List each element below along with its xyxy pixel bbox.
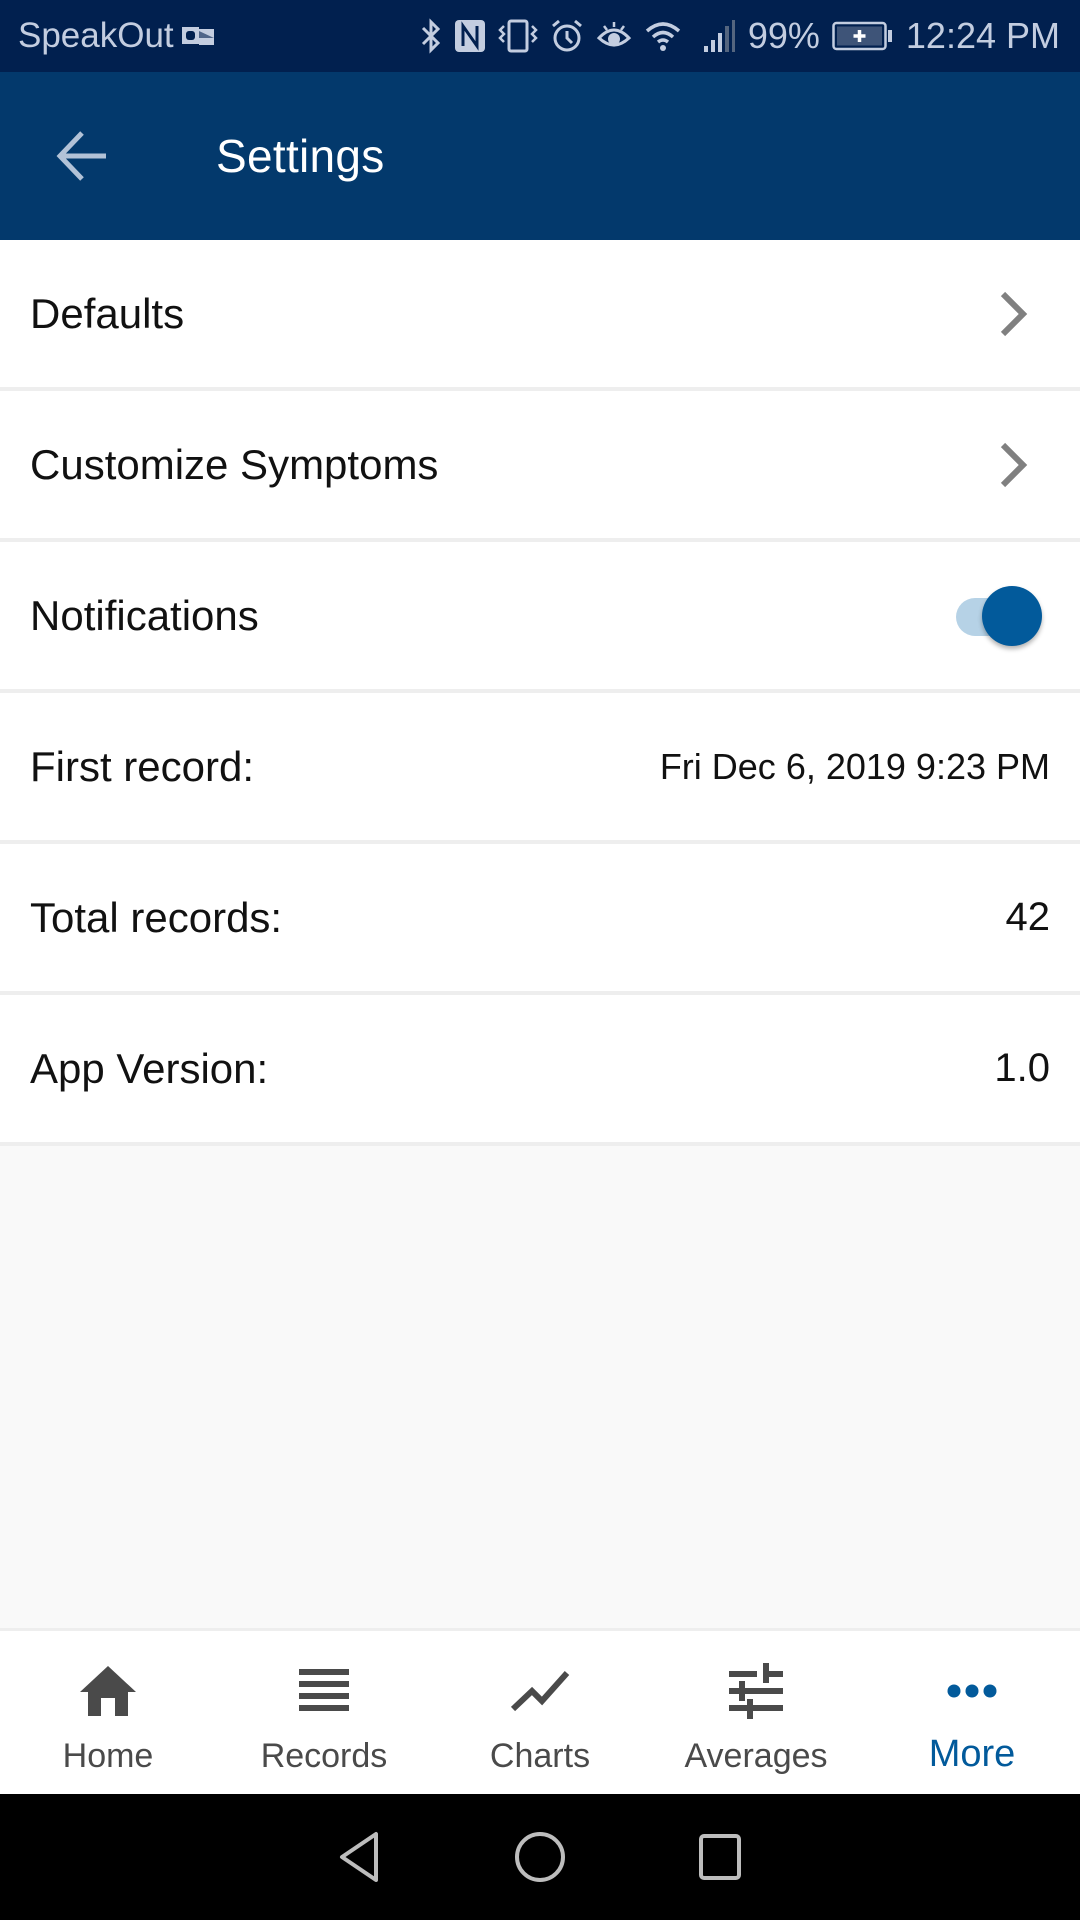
vibrate-icon	[498, 16, 538, 56]
battery-percent: 99%	[747, 15, 820, 56]
nav-item-home[interactable]: Home	[0, 1631, 216, 1794]
status-bar: SpeakOut 99% 12:24 PM	[0, 0, 1080, 72]
outlook-icon	[181, 16, 214, 56]
settings-row-first-record: First record: Fri Dec 6, 2019 9:23 PM	[0, 693, 1080, 844]
chevron-right-icon[interactable]	[984, 435, 1044, 495]
square-recents-icon	[699, 1834, 741, 1880]
chevron-right-icon[interactable]	[984, 284, 1044, 344]
status-right: 99% 12:24 PM	[420, 15, 1060, 57]
status-app-name: SpeakOut	[18, 16, 174, 55]
arrow-left-icon	[56, 131, 106, 181]
empty-content-area	[0, 1146, 1080, 1630]
alarm-icon	[550, 16, 584, 56]
status-left: SpeakOut	[18, 16, 214, 56]
page-title: Settings	[216, 130, 385, 182]
notifications-toggle[interactable]	[942, 581, 1042, 651]
settings-row-customize-symptoms[interactable]: Customize Symptoms	[0, 391, 1080, 542]
circle-home-icon	[515, 1832, 565, 1882]
total-records-label: Total records:	[30, 893, 283, 941]
nav-item-more[interactable]: More	[864, 1631, 1080, 1794]
sliders-icon	[729, 1661, 783, 1721]
customize-symptoms-label: Customize Symptoms	[30, 440, 439, 488]
app-bar: Settings	[0, 72, 1080, 240]
nav-label-records: Records	[260, 1737, 388, 1775]
first-record-value: Fri Dec 6, 2019 9:23 PM	[659, 745, 1050, 787]
notifications-label: Notifications	[30, 591, 259, 639]
nav-item-averages[interactable]: Averages	[648, 1631, 864, 1794]
toggle-thumb	[982, 585, 1042, 646]
eye-comfort-icon	[596, 16, 632, 56]
status-time: 12:24 PM	[905, 15, 1060, 56]
system-recents-button[interactable]	[660, 1807, 780, 1907]
system-navigation-bar	[0, 1794, 1080, 1920]
system-home-button[interactable]	[480, 1807, 600, 1907]
trend-line-icon	[510, 1661, 570, 1721]
settings-row-notifications: Notifications	[0, 542, 1080, 693]
nav-label-averages: Averages	[684, 1737, 828, 1775]
nav-label-home: Home	[62, 1737, 154, 1775]
app-version-value: 1.0	[994, 1046, 1050, 1090]
battery-charging-icon	[832, 16, 894, 56]
settings-row-defaults[interactable]: Defaults	[0, 240, 1080, 391]
nfc-icon	[454, 16, 486, 56]
total-records-value: 42	[1005, 895, 1051, 939]
nav-label-more: More	[928, 1733, 1016, 1775]
more-horizontal-icon	[947, 1661, 997, 1721]
defaults-label: Defaults	[30, 289, 185, 337]
app-version-label: App Version:	[30, 1044, 269, 1092]
settings-row-total-records: Total records: 42	[0, 844, 1080, 995]
nav-label-charts: Charts	[489, 1737, 591, 1775]
nav-item-charts[interactable]: Charts	[432, 1631, 648, 1794]
settings-list: Defaults Customize Symptoms Notification…	[0, 240, 1080, 1146]
settings-row-app-version: App Version: 1.0	[0, 995, 1080, 1146]
wifi-icon	[644, 16, 682, 56]
nav-item-records[interactable]: Records	[216, 1631, 432, 1794]
system-back-button[interactable]	[300, 1807, 420, 1907]
signal-icon	[702, 16, 736, 56]
triangle-back-icon	[340, 1832, 378, 1882]
bluetooth-icon	[420, 16, 442, 56]
first-record-label: First record:	[30, 742, 255, 790]
home-icon	[78, 1661, 138, 1721]
list-icon	[299, 1661, 349, 1721]
bottom-navigation: Home Records Charts Averages More	[0, 1628, 1080, 1794]
settings-screen: SpeakOut 99% 12:24 PM Settings Defaults …	[0, 0, 1080, 1920]
back-button[interactable]	[37, 111, 127, 201]
